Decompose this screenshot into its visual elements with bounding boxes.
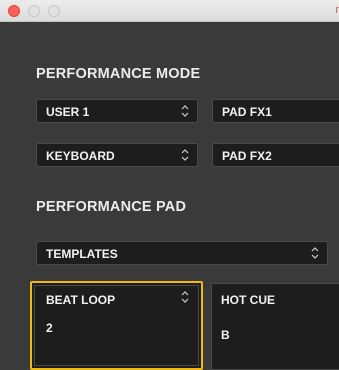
pad-beat-loop[interactable]: BEAT LOOP 2: [30, 281, 203, 370]
pad-hot-cue[interactable]: HOT CUE B: [211, 283, 339, 370]
pad-label: BEAT LOOP: [46, 293, 116, 307]
pad-value: B: [221, 328, 230, 342]
templates-select[interactable]: TEMPLATES: [36, 241, 328, 265]
up-down-arrows-icon: [180, 147, 190, 163]
select-value: KEYBOARD: [46, 149, 115, 163]
up-down-arrows-icon: [310, 245, 320, 261]
up-down-arrows-icon: [180, 289, 190, 305]
select-value: USER 1: [46, 105, 90, 119]
performance-pad-title: PERFORMANCE PAD: [36, 199, 187, 215]
pad-fx1-select[interactable]: PAD FX1: [212, 99, 339, 123]
close-window-button[interactable]: [8, 5, 20, 17]
pad-value: 2: [46, 321, 53, 335]
select-value: TEMPLATES: [46, 247, 118, 261]
minimize-window-button[interactable]: [28, 5, 40, 17]
performance-mode-select-1[interactable]: USER 1: [36, 99, 198, 123]
preferences-panel: PERFORMANCE MODE USER 1 PAD FX1 KEYBOARD…: [0, 23, 339, 370]
zoom-window-button[interactable]: [48, 5, 60, 17]
select-value: PAD FX1: [222, 105, 272, 119]
select-value: PAD FX2: [222, 149, 272, 163]
pad-fx2-select[interactable]: PAD FX2: [212, 143, 339, 167]
performance-mode-title: PERFORMANCE MODE: [36, 66, 201, 82]
window-title: r: [335, 4, 339, 16]
performance-mode-select-2[interactable]: KEYBOARD: [36, 143, 198, 167]
up-down-arrows-icon: [180, 103, 190, 119]
window-titlebar: r: [0, 0, 339, 22]
pad-label: HOT CUE: [221, 293, 275, 307]
